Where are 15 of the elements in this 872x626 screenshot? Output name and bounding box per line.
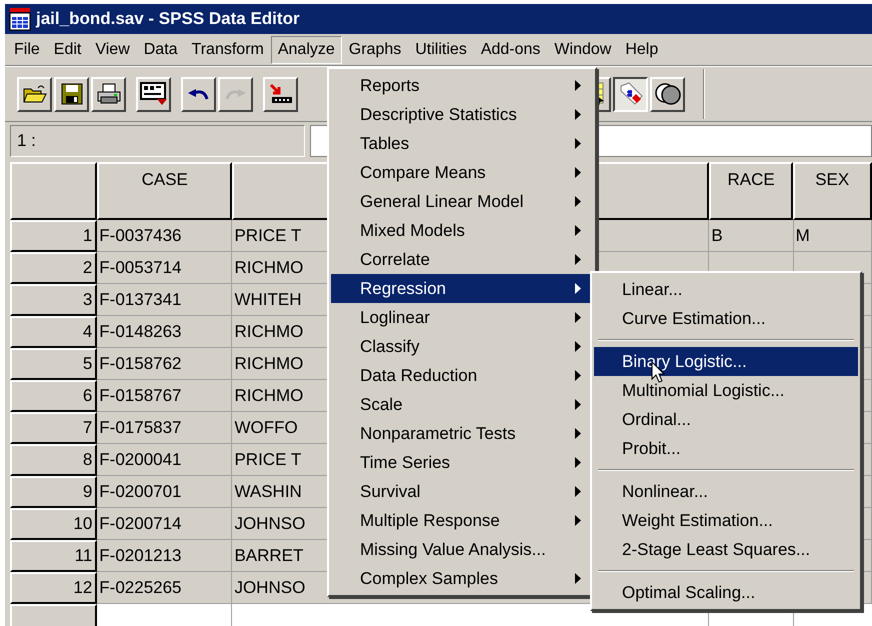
table-cell: F-0053714 — [97, 252, 232, 284]
table-cell: F-0200701 — [97, 476, 232, 508]
cell-reference: 1 : — [10, 125, 305, 157]
table-cell: F-0200041 — [97, 444, 232, 476]
table-cell: F-0158762 — [97, 348, 232, 380]
table-cell: F-0148263 — [97, 316, 232, 348]
table-cell: F-0037436 — [97, 220, 232, 252]
table-cell: F-0158767 — [97, 380, 232, 412]
table-cell: F-0200714 — [97, 508, 232, 540]
table-cell: F-0201213 — [97, 540, 232, 572]
table-cell: F-0175837 — [97, 412, 232, 444]
window-title: jail_bond.sav - SPSS Data Editor — [36, 8, 300, 30]
table-cell: M — [794, 220, 872, 252]
table-cell: F-0137341 — [97, 284, 232, 316]
table-cell: B — [709, 220, 794, 252]
